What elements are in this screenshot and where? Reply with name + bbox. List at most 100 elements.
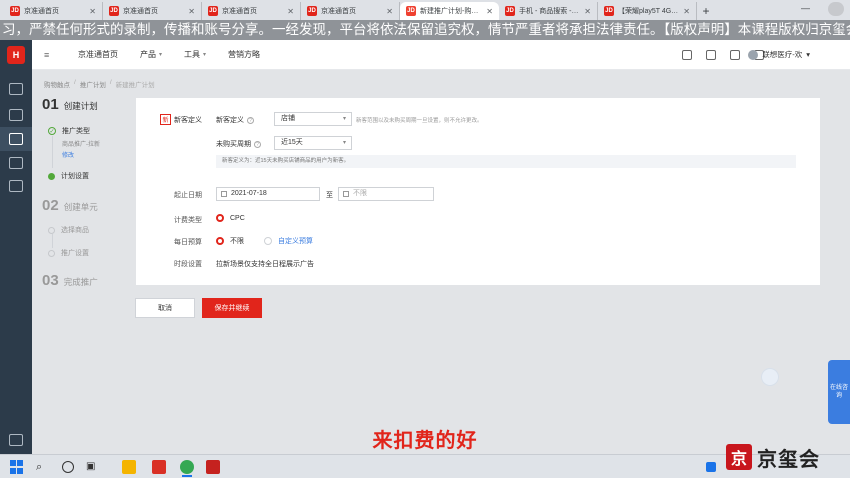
file-explorer-icon[interactable] [122, 460, 136, 474]
nav-strategy[interactable]: 营销方略 [228, 49, 260, 60]
save-continue-button[interactable]: 保存并继续 [202, 298, 262, 318]
task-view-icon[interactable] [62, 461, 74, 473]
breadcrumb-current: 新建推广计划 [115, 82, 155, 89]
tab-title: 京准通首页 [222, 8, 257, 15]
desktop-icon[interactable]: ▣ [86, 460, 100, 474]
period-select[interactable]: 近15天 ▾ [274, 136, 352, 150]
breadcrumb-item[interactable]: 购物触点 [44, 79, 70, 89]
close-icon[interactable]: ✕ [584, 7, 591, 16]
sidebar-home-icon[interactable] [9, 83, 23, 95]
minimize-window-button[interactable]: — [801, 3, 810, 13]
step-connector [51, 234, 53, 248]
close-icon[interactable]: ✕ [287, 7, 294, 16]
time-value: 拉新场景仅支持全日程展示广告 [216, 261, 314, 268]
browser-tab-1[interactable]: JD 京准通首页 ✕ [4, 2, 103, 20]
menu-icon[interactable]: ≡ [44, 50, 54, 60]
jd-favicon-icon: JD [406, 6, 416, 16]
step-3: 03 完成推广 [42, 272, 98, 289]
step-navigator: 01 创建计划 ✓ 推广类型 商品推广-拉新 修改 计划设置 02 创建单元 选择商品… [32, 94, 137, 294]
radio-unchecked-icon [264, 237, 272, 245]
substep-plan-settings[interactable]: 计划设置 [48, 171, 89, 181]
chrome-icon[interactable] [180, 460, 194, 474]
jd-favicon-icon: JD [208, 6, 218, 16]
sidebar-message-icon[interactable] [9, 109, 23, 121]
windows-start-icon[interactable] [10, 460, 24, 474]
budget-unlimited-radio[interactable]: 不限 [216, 236, 244, 246]
tab-title: 【荣耀play5T 4G】荣耀 [618, 8, 679, 15]
tab-title: 手机 - 商品搜索 - 京东 [519, 8, 581, 15]
date-label: 起止日期 [174, 192, 202, 199]
browser-tab-3[interactable]: JD 京准通首页 ✕ [202, 2, 301, 20]
user-menu[interactable]: 联想医疗-欢 ▾ [748, 49, 810, 60]
jd-favicon-icon: JD [109, 6, 119, 16]
online-consult-tab[interactable]: 在线咨询 [828, 360, 850, 424]
date-range-separator: 至 [326, 192, 333, 199]
wps-icon[interactable] [152, 460, 166, 474]
calendar-icon [221, 191, 227, 197]
close-icon[interactable]: ✕ [386, 7, 393, 16]
breadcrumb-item[interactable]: 推广计划 [80, 79, 106, 89]
chevron-down-icon: ▾ [342, 140, 346, 146]
app-logo[interactable]: H [7, 46, 25, 64]
nav-tools[interactable]: 工具 ▾ [184, 49, 206, 60]
user-name: 联想医疗-欢 [762, 50, 803, 59]
app-top-nav: ≡ 京准通首页 产品 ▾ 工具 ▾ 营销方略 联想医疗-欢 ▾ [32, 40, 850, 70]
jd-favicon-icon: JD [307, 6, 317, 16]
billing-cpc-radio[interactable]: CPC [216, 214, 245, 222]
new-tab-button[interactable]: + [697, 2, 715, 20]
recorder-app-icon[interactable] [206, 460, 220, 474]
close-icon[interactable]: ✕ [683, 7, 690, 16]
edit-promo-type-link[interactable]: 修改 [62, 150, 74, 159]
close-icon[interactable]: ✕ [89, 7, 96, 16]
step-1: 01 创建计划 [42, 96, 98, 113]
help-icon[interactable]: ? [247, 116, 254, 124]
period-label: 未购买周期? [216, 139, 261, 149]
browser-tab-5[interactable]: JD 新建推广计划-购物触点 ✕ [400, 2, 499, 20]
floating-assistant-icon[interactable] [761, 368, 779, 386]
browser-tab-6[interactable]: JD 手机 - 商品搜索 - 京东✕ [499, 2, 598, 20]
browser-tab-strip: JD 京准通首页 ✕ JD 京准通首页 ✕ JD 京准通首页 ✕ JD 京准通首页 ✕ JD 新建… [0, 0, 850, 20]
tool-icon[interactable] [730, 50, 740, 60]
help-icon[interactable]: ? [254, 140, 261, 148]
active-dot-icon [48, 172, 55, 180]
nav-home[interactable]: 京准通首页 [78, 49, 118, 60]
jd-favicon-icon: JD [604, 6, 614, 16]
mail-icon[interactable] [706, 50, 716, 60]
cube-icon[interactable] [682, 50, 692, 60]
chevron-down-icon: ▾ [159, 52, 163, 58]
step-2: 02 创建单元 [42, 197, 98, 214]
jd-favicon-icon: JD [10, 6, 20, 16]
calendar-icon [343, 191, 349, 197]
new-customer-select[interactable]: 店铺 ▾ [274, 112, 352, 126]
main-content: 购物触点 / 推广计划 / 新建推广计划 01 创建计划 ✓ 推广类型 商品推广-拉… [32, 70, 850, 454]
substep-promo-type[interactable]: ✓ 推广类型 [48, 126, 90, 136]
end-date-input[interactable]: 不限 [338, 187, 434, 201]
section-label: 新客定义 [174, 117, 202, 124]
tab-title: 京准通首页 [123, 8, 158, 15]
tab-title: 京准通首页 [24, 8, 59, 15]
new-customer-hint: 新客范围以及未购买周期一旦设置，则不允许更改。 [356, 118, 483, 124]
browser-tab-4[interactable]: JD 京准通首页 ✕ [301, 2, 400, 20]
browser-tab-2[interactable]: JD 京准通首页 ✕ [103, 2, 202, 20]
browser-tab-7[interactable]: JD 【荣耀play5T 4G】荣耀 ✕ [598, 2, 697, 20]
sidebar-campaign-icon[interactable] [9, 133, 23, 145]
billing-label: 计费类型 [174, 217, 202, 224]
close-icon[interactable]: ✕ [188, 7, 195, 16]
tray-app-icon[interactable] [706, 462, 716, 472]
jd-favicon-icon: JD [505, 6, 515, 16]
profile-icon[interactable] [828, 2, 844, 16]
pending-dot-icon [48, 249, 55, 257]
nav-products[interactable]: 产品 ▾ [140, 49, 162, 60]
cancel-button[interactable]: 取消 [135, 298, 195, 318]
chevron-down-icon: ▾ [342, 116, 346, 122]
start-date-input[interactable]: 2021-07-18 [216, 187, 320, 201]
chevron-down-icon: ▾ [806, 50, 810, 59]
new-customer-label: 新客定义? [216, 115, 254, 125]
close-icon[interactable]: ✕ [486, 7, 493, 16]
brand-watermark: 京 京玺会 [720, 436, 850, 478]
sidebar-asset-icon[interactable] [9, 180, 23, 192]
budget-custom-radio[interactable]: 自定义预算 [264, 236, 313, 246]
sidebar-report-icon[interactable] [9, 157, 23, 169]
time-label: 时段设置 [174, 261, 202, 268]
search-icon[interactable]: ⌕ [36, 460, 50, 474]
